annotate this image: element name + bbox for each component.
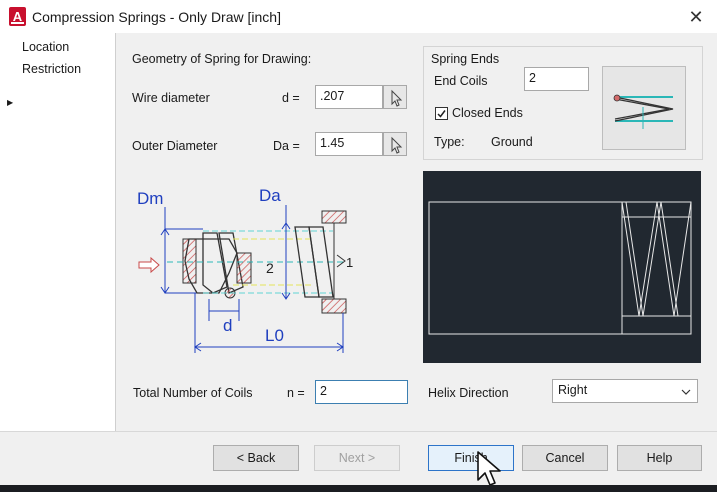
total-coils-symbol: n = xyxy=(287,386,305,400)
window-title: Compression Springs - Only Draw [inch] xyxy=(32,9,281,25)
closed-ends-checkbox[interactable] xyxy=(435,107,448,120)
helix-direction-label: Helix Direction xyxy=(428,386,509,400)
checkmark-icon xyxy=(437,110,446,118)
type-value: Ground xyxy=(491,135,533,149)
cursor-arrow-icon xyxy=(391,89,403,107)
spring-ends-heading: Spring Ends xyxy=(431,52,500,66)
navigation-panel: Location ▶ Restriction xyxy=(0,33,116,431)
l0-label: L0 xyxy=(265,326,284,345)
nav-item-location[interactable]: Location xyxy=(22,40,69,54)
main-panel: Geometry of Spring for Drawing: Wire dia… xyxy=(116,33,717,431)
geometry-heading: Geometry of Spring for Drawing: xyxy=(132,52,312,66)
label-2: 2 xyxy=(266,260,274,276)
expand-arrow-icon: ▶ xyxy=(7,98,14,107)
help-button[interactable]: Help xyxy=(617,445,702,471)
wire-diameter-input[interactable]: .207 xyxy=(315,85,383,109)
spring-end-image xyxy=(613,94,674,129)
chevron-down-icon xyxy=(681,389,691,395)
type-label: Type: xyxy=(434,135,465,149)
closed-ends-label: Closed Ends xyxy=(452,106,523,120)
end-coils-label: End Coils xyxy=(434,74,488,88)
nav-item-restriction[interactable]: Restriction xyxy=(22,62,81,76)
pick-from-drawing-button[interactable] xyxy=(383,85,407,109)
label-1: 1 xyxy=(346,255,353,270)
outer-diameter-input[interactable]: 1.45 xyxy=(315,132,383,156)
taskbar-strip xyxy=(0,485,717,492)
da-label: Da xyxy=(259,186,281,205)
outer-diameter-label: Outer Diameter xyxy=(132,139,218,153)
mouse-cursor-icon xyxy=(477,451,501,486)
close-icon[interactable]: ✕ xyxy=(686,7,706,27)
dm-label: Dm xyxy=(137,189,163,208)
total-coils-input[interactable]: 2 xyxy=(315,380,408,404)
outer-diameter-symbol: Da = xyxy=(273,139,300,153)
spring-preview-drawing xyxy=(428,201,692,335)
spring-preview-viewport xyxy=(423,171,701,363)
wire-diameter-symbol: d = xyxy=(282,91,300,105)
next-button[interactable]: Next > xyxy=(314,445,400,471)
spring-geometry-diagram: Dm 2 Da 1 d L0 xyxy=(137,186,353,353)
d-label: d xyxy=(223,316,232,335)
autocad-logo-icon: A xyxy=(9,7,26,26)
end-coils-input[interactable]: 2 xyxy=(524,67,589,91)
title-bar: A Compression Springs - Only Draw [inch]… xyxy=(0,0,717,33)
wire-diameter-label: Wire diameter xyxy=(132,91,210,105)
helix-direction-select[interactable]: Right xyxy=(552,379,698,403)
back-button[interactable]: < Back xyxy=(213,445,299,471)
cancel-button[interactable]: Cancel xyxy=(522,445,608,471)
helix-direction-value: Right xyxy=(558,383,588,397)
total-coils-label: Total Number of Coils xyxy=(133,386,253,400)
pick-from-drawing-button[interactable] xyxy=(383,132,407,156)
spring-end-preview xyxy=(602,66,686,150)
cursor-arrow-icon xyxy=(391,136,403,154)
